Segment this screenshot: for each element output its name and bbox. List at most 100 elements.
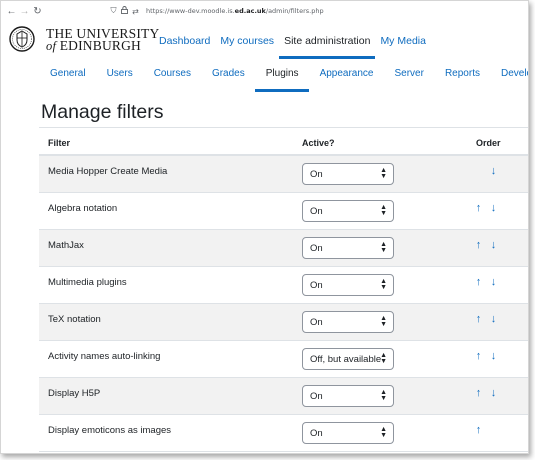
- tab-courses[interactable]: Courses: [143, 59, 201, 92]
- order-controls: ↑ ↓: [473, 165, 499, 177]
- move-down-icon[interactable]: ↓: [488, 165, 499, 177]
- back-arrow-icon[interactable]: ←: [5, 6, 18, 17]
- tab-plugins[interactable]: Plugins: [255, 59, 310, 92]
- select-caret-icon: ▲ ▼: [380, 278, 387, 291]
- filter-name: Display H5P: [48, 388, 101, 399]
- table-row: Display H5P On ▲ ▼ ↑ ↓: [39, 378, 528, 415]
- select-caret-icon: ▲ ▼: [380, 426, 387, 439]
- filter-name: Display emoticons as images: [48, 425, 172, 436]
- table-row: Media Hopper Create Media On ▲▼ ↑ ↓: [39, 156, 528, 193]
- select-value: On: [310, 169, 323, 180]
- university-logo-text[interactable]: THE UNIVERSITY of EDINBURGH: [46, 27, 159, 53]
- order-controls: ↑: [473, 424, 484, 436]
- url-domain: ed.ac.uk: [234, 7, 266, 15]
- move-up-icon[interactable]: ↑: [473, 424, 484, 436]
- move-up-icon[interactable]: ↑: [473, 350, 484, 362]
- move-down-icon[interactable]: ↓: [488, 239, 499, 251]
- order-controls: ↑ ↓: [473, 202, 499, 214]
- tab-grades[interactable]: Grades: [201, 59, 255, 92]
- filter-name: Algebra notation: [48, 203, 118, 214]
- select-caret-icon: ▲ ▼: [380, 389, 387, 402]
- select-value: On: [310, 243, 323, 254]
- active-select[interactable]: Off, but available ▲ ▼: [302, 348, 394, 370]
- move-down-icon[interactable]: ↓: [488, 387, 499, 399]
- select-caret-icon: ▲ ▼: [380, 167, 387, 180]
- move-down-icon[interactable]: ↓: [488, 202, 499, 214]
- filter-name: Activity names auto-linking: [48, 351, 161, 362]
- lock-icon[interactable]: [119, 6, 130, 16]
- order-controls: ↑ ↓: [473, 239, 499, 251]
- active-select[interactable]: On ▲ ▼: [302, 274, 394, 296]
- secondary-navigation: General Users Courses Grades Plugins App…: [39, 59, 528, 92]
- tab-development[interactable]: Development: [490, 59, 528, 92]
- active-select[interactable]: On ▲ ▼: [302, 163, 394, 185]
- page-title: Manage filters: [41, 101, 164, 123]
- header-order: Order: [476, 138, 501, 148]
- active-select[interactable]: On ▲ ▼: [302, 237, 394, 259]
- table-row: Algebra notation On ▲ ▼ ↑ ↓: [39, 193, 528, 230]
- select-caret-icon: ▲ ▼: [380, 315, 387, 328]
- active-select[interactable]: On ▲ ▼: [302, 422, 394, 444]
- university-crest-icon[interactable]: [9, 26, 35, 52]
- header-active: Active?: [302, 138, 335, 148]
- tab-general[interactable]: General: [39, 59, 96, 92]
- filter-name: MathJax: [48, 240, 84, 251]
- move-up-icon[interactable]: ↑: [473, 313, 484, 325]
- select-value: Off, but available: [310, 354, 382, 365]
- nav-site-administration[interactable]: Site administration: [279, 21, 376, 59]
- move-up-icon[interactable]: ↑: [473, 202, 484, 214]
- select-caret-icon: ▲ ▼: [380, 352, 387, 365]
- header-filter: Filter: [48, 138, 71, 148]
- nav-my-media[interactable]: My Media: [375, 21, 431, 59]
- move-up-icon[interactable]: ↑: [473, 239, 484, 251]
- move-down-icon[interactable]: ↓: [488, 276, 499, 288]
- order-controls: ↑ ↓: [473, 276, 499, 288]
- select-value: On: [310, 428, 323, 439]
- permissions-icon[interactable]: ⇄: [130, 7, 141, 16]
- move-up-icon[interactable]: ↑: [473, 387, 484, 399]
- order-controls: ↑ ↓: [473, 313, 499, 325]
- order-controls: ↑ ↓: [473, 350, 499, 362]
- move-down-icon[interactable]: ↓: [488, 313, 499, 325]
- table-row: Display emoticons as images On ▲ ▼ ↑: [39, 415, 528, 452]
- site-header: THE UNIVERSITY of EDINBURGH Dashboard My…: [1, 21, 528, 59]
- tab-users[interactable]: Users: [96, 59, 143, 92]
- select-caret-icon: ▲ ▼: [380, 241, 387, 254]
- address-bar[interactable]: https://www-dev.moodle.is.ed.ac.uk/admin…: [146, 7, 324, 15]
- move-down-icon[interactable]: ↓: [488, 350, 499, 362]
- browser-toolbar: ← → ↻ ⛉ ⇄ https://www-dev.moodle.is.ed.a…: [1, 1, 528, 21]
- tab-reports[interactable]: Reports: [434, 59, 490, 92]
- logo-line-2: of EDINBURGH: [46, 38, 159, 53]
- select-value: On: [310, 206, 323, 217]
- filter-name: TeX notation: [48, 314, 101, 325]
- order-controls: ↑ ↓: [473, 387, 499, 399]
- shield-icon[interactable]: ⛉: [108, 6, 119, 16]
- logo-edinburgh: EDINBURGH: [56, 38, 141, 53]
- reload-icon[interactable]: ↻: [31, 6, 44, 17]
- nav-dashboard[interactable]: Dashboard: [154, 21, 215, 59]
- select-value: On: [310, 391, 323, 402]
- filter-name: Multimedia plugins: [48, 277, 127, 288]
- tab-server[interactable]: Server: [384, 59, 434, 92]
- table-header: Filter Active? Order: [39, 127, 528, 156]
- table-row: Multimedia plugins On ▲ ▼ ↑ ↓: [39, 267, 528, 304]
- table-row: TeX notation On ▲ ▼ ↑ ↓: [39, 304, 528, 341]
- browser-window: ← → ↻ ⛉ ⇄ https://www-dev.moodle.is.ed.a…: [0, 0, 529, 454]
- primary-navigation: Dashboard My courses Site administration…: [154, 21, 431, 59]
- forward-arrow-icon[interactable]: →: [18, 6, 31, 17]
- url-prefix: https://www-dev.moodle.is.: [146, 7, 235, 15]
- nav-my-courses[interactable]: My courses: [215, 21, 279, 59]
- table-row: Activity names auto-linking Off, but ava…: [39, 341, 528, 378]
- move-up-icon[interactable]: ↑: [473, 276, 484, 288]
- select-value: On: [310, 280, 323, 291]
- active-select[interactable]: On ▲ ▼: [302, 311, 394, 333]
- filter-name: Media Hopper Create Media: [48, 166, 168, 177]
- logo-of: of: [46, 39, 57, 53]
- active-select[interactable]: On ▲ ▼: [302, 200, 394, 222]
- tab-appearance[interactable]: Appearance: [309, 59, 384, 92]
- select-caret-icon: ▲ ▼: [380, 204, 387, 217]
- select-value: On: [310, 317, 323, 328]
- filters-table: Filter Active? Order Media Hopper Create…: [39, 127, 528, 452]
- active-select[interactable]: On ▲ ▼: [302, 385, 394, 407]
- table-row: MathJax On ▲ ▼ ↑ ↓: [39, 230, 528, 267]
